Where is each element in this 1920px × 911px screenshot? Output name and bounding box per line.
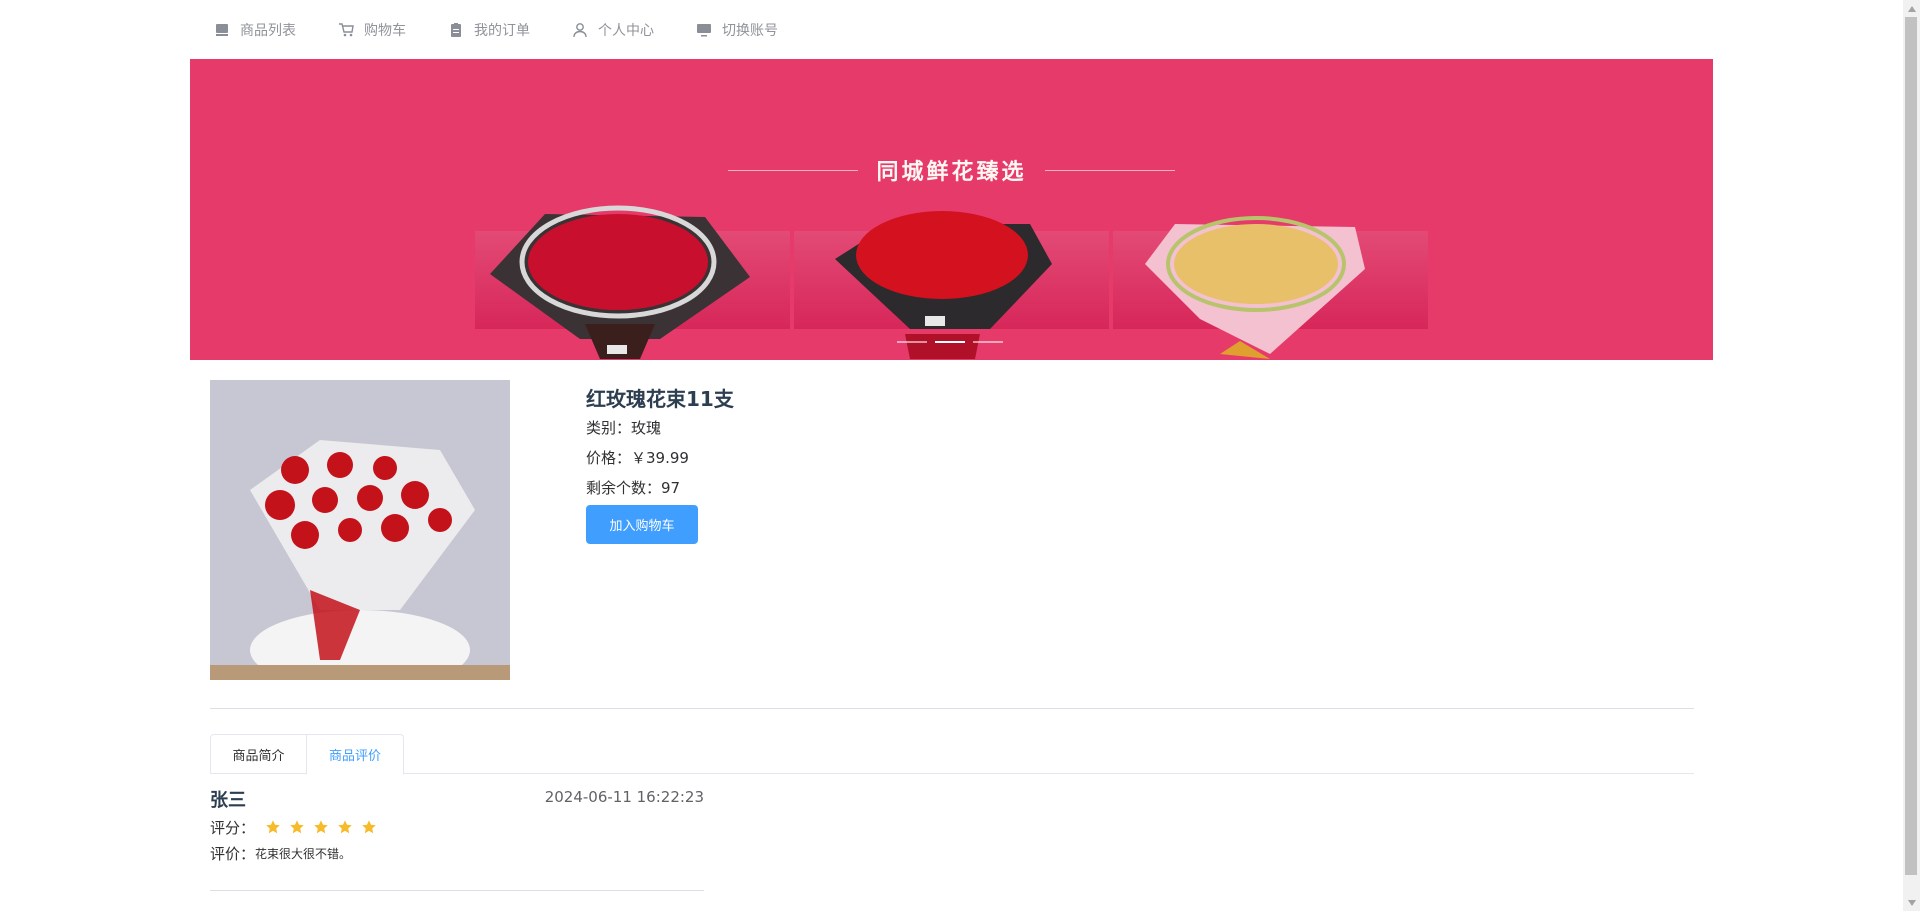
divider xyxy=(210,890,704,891)
user-icon xyxy=(572,22,588,38)
bouquet-image-1 xyxy=(490,205,750,359)
price-value: ￥39.99 xyxy=(631,449,689,467)
tab-product-reviews[interactable]: 商品评价 xyxy=(306,734,404,775)
carousel-dot[interactable] xyxy=(897,341,927,343)
nav-item-product-list[interactable]: 商品列表 xyxy=(214,0,296,59)
banner-carousel[interactable]: 同城鲜花臻选 xyxy=(190,59,1713,360)
monitor-icon xyxy=(696,22,712,38)
nav-item-personal-center[interactable]: 个人中心 xyxy=(572,0,654,59)
star-icon[interactable] xyxy=(265,819,281,835)
banner-title: 同城鲜花臻选 xyxy=(876,160,1027,185)
nav-label: 个人中心 xyxy=(598,22,654,39)
star-icon[interactable] xyxy=(337,819,353,835)
product-info: 红玫瑰花束11支 类别：玫瑰 价格：￥39.99 剩余个数：97 加入购物车 xyxy=(586,380,1186,544)
star-icon[interactable] xyxy=(313,819,329,835)
comment-label: 评价： xyxy=(210,844,256,863)
price-label: 价格： xyxy=(586,449,632,467)
rating-label: 评分： xyxy=(210,818,256,837)
scroll-down-icon[interactable] xyxy=(1903,894,1920,911)
cart-icon xyxy=(338,22,354,38)
shop-icon xyxy=(214,22,230,38)
divider xyxy=(1044,169,1175,171)
nav-label: 切换账号 xyxy=(722,22,778,39)
bouquet-image-2 xyxy=(835,211,1052,359)
review-rating-row: 评分： xyxy=(210,814,704,840)
stock-label: 剩余个数： xyxy=(586,479,662,497)
order-icon xyxy=(448,22,464,38)
category-label: 类别： xyxy=(586,419,632,437)
rating-stars xyxy=(265,819,377,835)
divider xyxy=(728,169,859,171)
product-category-row: 类别：玫瑰 xyxy=(586,413,1186,443)
nav-label: 我的订单 xyxy=(474,22,530,39)
comment-text: 花束很大很不错。 xyxy=(255,846,352,861)
carousel-indicators xyxy=(897,341,1003,343)
nav-label: 商品列表 xyxy=(240,22,296,39)
top-nav: 商品列表 购物车 我的订单 个人中心 切换账号 xyxy=(190,0,1713,59)
page: 商品列表 购物车 我的订单 个人中心 切换账号 同城鲜花臻选 红玫瑰花束11支 … xyxy=(190,0,1713,911)
banner-title-row: 同城鲜花臻选 xyxy=(190,154,1713,186)
product-tabs: 商品简介 商品评价 xyxy=(210,734,1694,775)
review-item: 张三 2024-06-11 16:22:23 评分： 评价： 花束很大很不错。 xyxy=(210,788,704,891)
tab-product-intro[interactable]: 商品简介 xyxy=(210,734,307,774)
bouquet-image-3 xyxy=(1145,216,1365,359)
stock-value: 97 xyxy=(661,479,681,497)
product-price-row: 价格：￥39.99 xyxy=(586,443,1186,473)
nav-item-my-orders[interactable]: 我的订单 xyxy=(448,0,530,59)
divider xyxy=(210,708,1694,709)
product-name: 红玫瑰花束11支 xyxy=(586,387,734,411)
bouquet-images xyxy=(490,205,1365,359)
nav-item-cart[interactable]: 购物车 xyxy=(338,0,406,59)
review-date: 2024-06-11 16:22:23 xyxy=(544,788,704,806)
product-stock-row: 剩余个数：97 xyxy=(586,473,1186,503)
carousel-dot-active[interactable] xyxy=(935,341,965,343)
scroll-up-icon[interactable] xyxy=(1903,0,1920,17)
nav-label: 购物车 xyxy=(364,22,406,39)
star-icon[interactable] xyxy=(289,819,305,835)
star-icon[interactable] xyxy=(361,819,377,835)
category-value: 玫瑰 xyxy=(631,419,662,437)
carousel-dot[interactable] xyxy=(973,341,1003,343)
vertical-scrollbar[interactable] xyxy=(1903,0,1920,911)
nav-item-switch-account[interactable]: 切换账号 xyxy=(696,0,778,59)
add-to-cart-button[interactable]: 加入购物车 xyxy=(586,505,698,544)
product-image xyxy=(210,380,510,680)
scrollbar-thumb[interactable] xyxy=(1905,17,1917,875)
review-comment-row: 评价： 花束很大很不错。 xyxy=(210,840,704,866)
